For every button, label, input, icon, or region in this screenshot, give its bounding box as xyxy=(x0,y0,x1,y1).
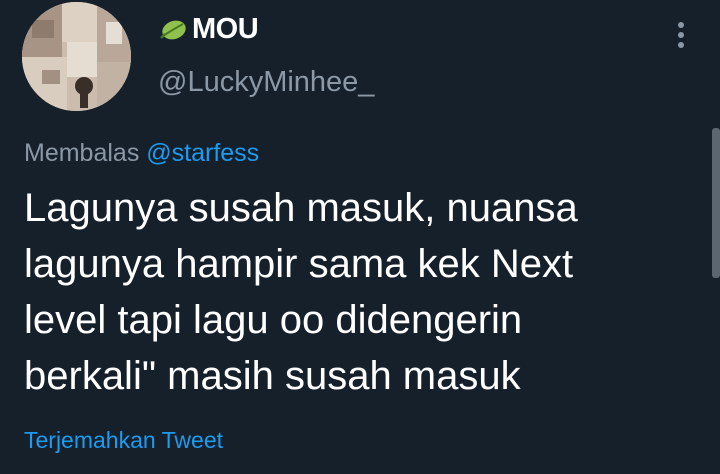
reply-context: Membalas @starfess xyxy=(24,136,259,170)
tweet-text-line: level tapi lagu oo didengerin xyxy=(24,292,704,348)
translate-tweet-link[interactable]: Terjemahkan Tweet xyxy=(24,423,223,457)
more-vertical-icon[interactable] xyxy=(668,18,694,52)
author-name-row[interactable]: MOU xyxy=(158,12,258,46)
scrollbar[interactable] xyxy=(712,128,720,278)
reply-mention-link[interactable]: @starfess xyxy=(146,139,259,167)
tweet-text-line: Lagunya susah masuk, nuansa xyxy=(24,180,704,236)
display-name: MOU xyxy=(192,12,258,46)
user-handle[interactable]: @LuckyMinhee_ xyxy=(158,62,374,102)
tweet-text-line: lagunya hampir sama kek Next xyxy=(24,236,704,292)
avatar[interactable] xyxy=(22,2,131,111)
leaf-icon xyxy=(158,16,188,42)
reply-prefix: Membalas xyxy=(24,139,139,167)
tweet-text: Lagunya susah masuk, nuansa lagunya hamp… xyxy=(24,180,704,404)
tweet-text-line: berkali" masih susah masuk xyxy=(24,348,704,404)
